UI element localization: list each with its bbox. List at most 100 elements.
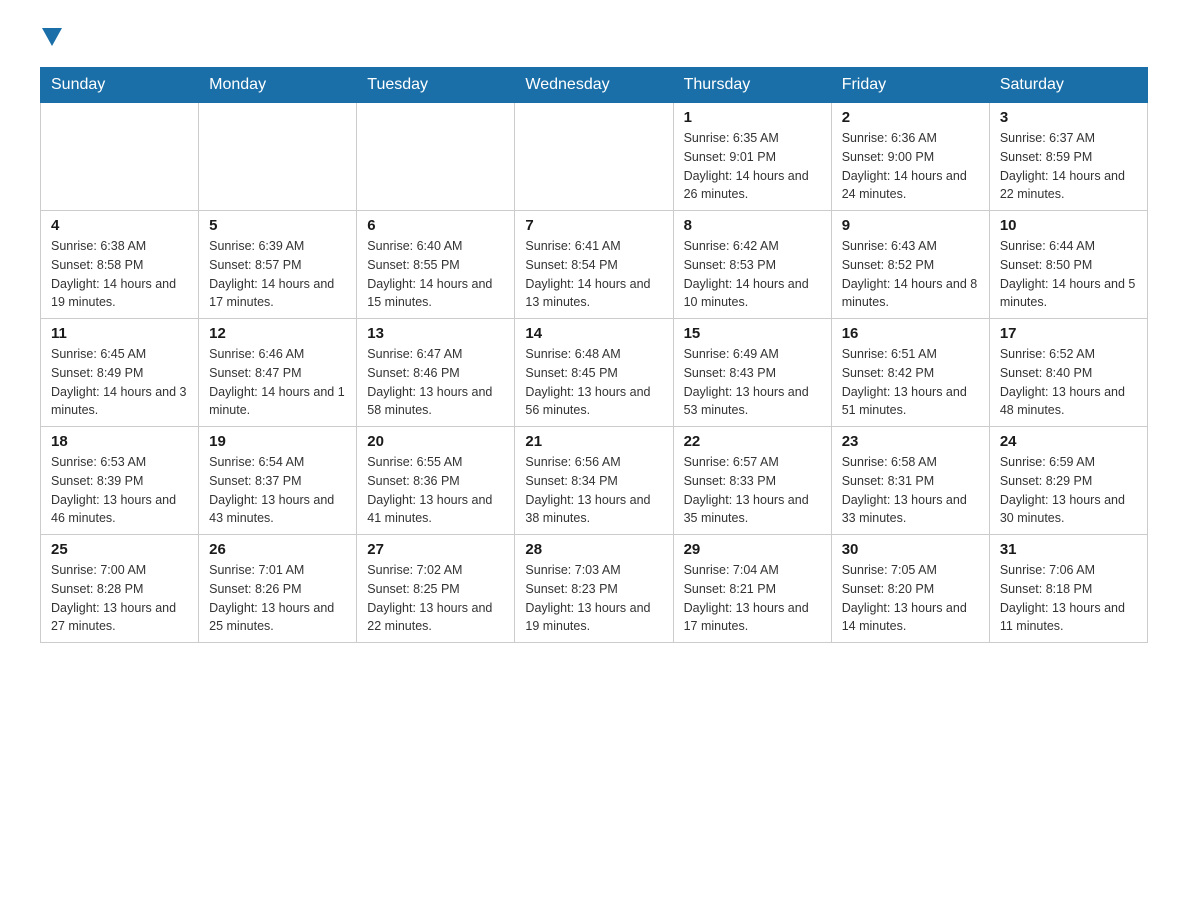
calendar-cell: 7Sunrise: 6:41 AM Sunset: 8:54 PM Daylig…: [515, 211, 673, 319]
calendar-cell: 9 Sunrise: 6:43 AM Sunset: 8:52 PM Daylig…: [831, 211, 989, 319]
calendar-header-saturday: Saturday: [989, 68, 1147, 103]
calendar-week-row: 25 Sunrise: 7:00 AM Sunset: 8:28 PM Dayli…: [41, 535, 1148, 643]
calendar-week-row: 4 Sunrise: 6:38 AM Sunset: 8:58 PM Daylig…: [41, 211, 1148, 319]
calendar-cell: 21 Sunrise: 6:56 AM Sunset: 8:34 PM Dayli…: [515, 427, 673, 535]
day-number: 10: [1000, 217, 1137, 234]
calendar-week-row: 11 Sunrise: 6:45 AM Sunset: 8:49 PM Dayli…: [41, 319, 1148, 427]
calendar-cell: 26 Sunrise: 7:01 AM Sunset: 8:26 PM Dayli…: [199, 535, 357, 643]
day-info: Sunrise: 6:38 AM Sunset: 8:58 PM Dayligh…: [51, 237, 188, 312]
calendar-header-thursday: Thursday: [673, 68, 831, 103]
calendar-cell: 16 Sunrise: 6:51 AM Sunset: 8:42 PM Dayli…: [831, 319, 989, 427]
day-number: 6: [367, 217, 504, 234]
day-info: Sunrise: 7:00 AM Sunset: 8:28 PM Dayligh…: [51, 561, 188, 636]
day-info: Sunrise: 6:49 AM Sunset: 8:43 PM Dayligh…: [684, 345, 821, 420]
day-number: 9: [842, 217, 979, 234]
day-info: Sunrise: 6:59 AM Sunset: 8:29 PM Dayligh…: [1000, 453, 1137, 528]
calendar-cell: 20 Sunrise: 6:55 AM Sunset: 8:36 PM Dayli…: [357, 427, 515, 535]
day-info: Sunrise: 6:37 AM Sunset: 8:59 PM Dayligh…: [1000, 129, 1137, 204]
day-number: 11: [51, 325, 188, 342]
calendar-cell: 11 Sunrise: 6:45 AM Sunset: 8:49 PM Dayli…: [41, 319, 199, 427]
day-info: Sunrise: 6:47 AM Sunset: 8:46 PM Dayligh…: [367, 345, 504, 420]
day-info: Sunrise: 6:54 AM Sunset: 8:37 PM Dayligh…: [209, 453, 346, 528]
day-info: Sunrise: 7:01 AM Sunset: 8:26 PM Dayligh…: [209, 561, 346, 636]
calendar-cell: 8Sunrise: 6:42 AM Sunset: 8:53 PM Daylig…: [673, 211, 831, 319]
logo: [40, 30, 62, 47]
day-number: 26: [209, 541, 346, 558]
day-number: 22: [684, 433, 821, 450]
day-info: Sunrise: 7:06 AM Sunset: 8:18 PM Dayligh…: [1000, 561, 1137, 636]
day-info: Sunrise: 6:57 AM Sunset: 8:33 PM Dayligh…: [684, 453, 821, 528]
calendar-header-monday: Monday: [199, 68, 357, 103]
calendar-cell: 23 Sunrise: 6:58 AM Sunset: 8:31 PM Dayli…: [831, 427, 989, 535]
day-number: 31: [1000, 541, 1137, 558]
day-number: 3: [1000, 109, 1137, 126]
calendar-cell: 13 Sunrise: 6:47 AM Sunset: 8:46 PM Dayli…: [357, 319, 515, 427]
day-info: Sunrise: 6:40 AM Sunset: 8:55 PM Dayligh…: [367, 237, 504, 312]
day-info: Sunrise: 6:39 AM Sunset: 8:57 PM Dayligh…: [209, 237, 346, 312]
day-number: 27: [367, 541, 504, 558]
calendar-header-row: SundayMondayTuesdayWednesdayThursdayFrid…: [41, 68, 1148, 103]
day-number: 25: [51, 541, 188, 558]
calendar-cell: 24 Sunrise: 6:59 AM Sunset: 8:29 PM Dayli…: [989, 427, 1147, 535]
day-number: 1: [684, 109, 821, 126]
day-number: 28: [525, 541, 662, 558]
calendar-cell: 5 Sunrise: 6:39 AM Sunset: 8:57 PM Daylig…: [199, 211, 357, 319]
day-info: Sunrise: 6:56 AM Sunset: 8:34 PM Dayligh…: [525, 453, 662, 528]
calendar-cell: 14 Sunrise: 6:48 AM Sunset: 8:45 PM Dayli…: [515, 319, 673, 427]
day-info: Sunrise: 7:05 AM Sunset: 8:20 PM Dayligh…: [842, 561, 979, 636]
day-info: Sunrise: 6:45 AM Sunset: 8:49 PM Dayligh…: [51, 345, 188, 420]
calendar-cell: 22 Sunrise: 6:57 AM Sunset: 8:33 PM Dayli…: [673, 427, 831, 535]
day-info: Sunrise: 6:55 AM Sunset: 8:36 PM Dayligh…: [367, 453, 504, 528]
day-number: 17: [1000, 325, 1137, 342]
calendar-cell: 2Sunrise: 6:36 AM Sunset: 9:00 PM Daylig…: [831, 103, 989, 211]
calendar-cell: 3 Sunrise: 6:37 AM Sunset: 8:59 PM Daylig…: [989, 103, 1147, 211]
day-number: 30: [842, 541, 979, 558]
day-info: Sunrise: 6:46 AM Sunset: 8:47 PM Dayligh…: [209, 345, 346, 420]
calendar-cell: 27Sunrise: 7:02 AM Sunset: 8:25 PM Dayli…: [357, 535, 515, 643]
day-number: 21: [525, 433, 662, 450]
day-number: 18: [51, 433, 188, 450]
day-number: 2: [842, 109, 979, 126]
calendar-header-sunday: Sunday: [41, 68, 199, 103]
day-number: 19: [209, 433, 346, 450]
day-number: 12: [209, 325, 346, 342]
logo-triangle-icon: [42, 28, 62, 51]
day-number: 24: [1000, 433, 1137, 450]
day-number: 14: [525, 325, 662, 342]
calendar-cell: [357, 103, 515, 211]
day-number: 16: [842, 325, 979, 342]
calendar-cell: 25 Sunrise: 7:00 AM Sunset: 8:28 PM Dayli…: [41, 535, 199, 643]
day-info: Sunrise: 6:52 AM Sunset: 8:40 PM Dayligh…: [1000, 345, 1137, 420]
day-number: 4: [51, 217, 188, 234]
calendar-cell: 31 Sunrise: 7:06 AM Sunset: 8:18 PM Dayli…: [989, 535, 1147, 643]
day-info: Sunrise: 7:03 AM Sunset: 8:23 PM Dayligh…: [525, 561, 662, 636]
day-number: 8: [684, 217, 821, 234]
calendar-cell: 1 Sunrise: 6:35 AM Sunset: 9:01 PM Daylig…: [673, 103, 831, 211]
calendar-cell: [199, 103, 357, 211]
day-number: 5: [209, 217, 346, 234]
page-header: [40, 30, 1148, 47]
day-info: Sunrise: 6:48 AM Sunset: 8:45 PM Dayligh…: [525, 345, 662, 420]
calendar-cell: 12 Sunrise: 6:46 AM Sunset: 8:47 PM Dayli…: [199, 319, 357, 427]
day-number: 13: [367, 325, 504, 342]
day-info: Sunrise: 6:35 AM Sunset: 9:01 PM Dayligh…: [684, 129, 821, 204]
day-number: 23: [842, 433, 979, 450]
calendar-table: SundayMondayTuesdayWednesdayThursdayFrid…: [40, 67, 1148, 643]
day-number: 7: [525, 217, 662, 234]
day-info: Sunrise: 7:04 AM Sunset: 8:21 PM Dayligh…: [684, 561, 821, 636]
day-info: Sunrise: 6:43 AM Sunset: 8:52 PM Dayligh…: [842, 237, 979, 312]
calendar-header-tuesday: Tuesday: [357, 68, 515, 103]
day-info: Sunrise: 6:44 AM Sunset: 8:50 PM Dayligh…: [1000, 237, 1137, 312]
day-info: Sunrise: 6:58 AM Sunset: 8:31 PM Dayligh…: [842, 453, 979, 528]
calendar-cell: 19 Sunrise: 6:54 AM Sunset: 8:37 PM Dayli…: [199, 427, 357, 535]
calendar-cell: [515, 103, 673, 211]
day-number: 15: [684, 325, 821, 342]
day-info: Sunrise: 6:51 AM Sunset: 8:42 PM Dayligh…: [842, 345, 979, 420]
calendar-week-row: 18Sunrise: 6:53 AM Sunset: 8:39 PM Dayli…: [41, 427, 1148, 535]
calendar-cell: 30 Sunrise: 7:05 AM Sunset: 8:20 PM Dayli…: [831, 535, 989, 643]
day-number: 20: [367, 433, 504, 450]
calendar-cell: 10 Sunrise: 6:44 AM Sunset: 8:50 PM Dayli…: [989, 211, 1147, 319]
calendar-cell: 17 Sunrise: 6:52 AM Sunset: 8:40 PM Dayli…: [989, 319, 1147, 427]
calendar-cell: [41, 103, 199, 211]
calendar-cell: 4 Sunrise: 6:38 AM Sunset: 8:58 PM Daylig…: [41, 211, 199, 319]
